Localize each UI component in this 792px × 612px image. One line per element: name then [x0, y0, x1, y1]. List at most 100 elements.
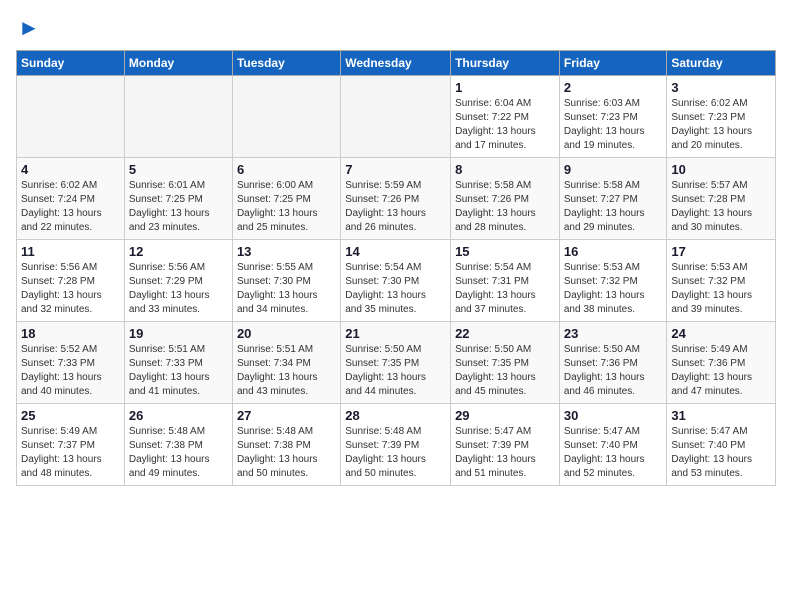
day-info: Sunrise: 6:02 AM Sunset: 7:24 PM Dayligh…: [21, 179, 120, 235]
day-info: Sunrise: 5:56 AM Sunset: 7:29 PM Dayligh…: [129, 261, 228, 317]
day-cell: 18 Sunrise: 5:52 AM Sunset: 7:33 PM Dayli…: [17, 322, 125, 404]
day-number: 6: [237, 162, 336, 177]
day-info: Sunrise: 5:51 AM Sunset: 7:34 PM Dayligh…: [237, 343, 336, 399]
day-info: Sunrise: 5:48 AM Sunset: 7:38 PM Dayligh…: [129, 425, 228, 481]
day-info: Sunrise: 5:50 AM Sunset: 7:35 PM Dayligh…: [455, 343, 555, 399]
day-cell: 24Sunrise: 5:49 AM Sunset: 7:36 PM Dayli…: [667, 322, 776, 404]
day-number: 13: [237, 244, 336, 259]
day-cell: 17 Sunrise: 5:53 AM Sunset: 7:32 PM Dayli…: [667, 240, 776, 322]
day-number: 3: [671, 80, 771, 95]
day-info: Sunrise: 6:01 AM Sunset: 7:25 PM Dayligh…: [129, 179, 228, 235]
day-number: 19: [129, 326, 228, 341]
day-info: Sunrise: 5:58 AM Sunset: 7:27 PM Dayligh…: [564, 179, 663, 235]
header-day-friday: Friday: [559, 51, 667, 76]
day-info: Sunrise: 5:57 AM Sunset: 7:28 PM Dayligh…: [671, 179, 771, 235]
day-info: Sunrise: 5:55 AM Sunset: 7:30 PM Dayligh…: [237, 261, 336, 317]
day-cell: 23 Sunrise: 5:50 AM Sunset: 7:36 PM Dayli…: [559, 322, 667, 404]
day-cell: 7 Sunrise: 5:59 AM Sunset: 7:26 PM Daylig…: [341, 158, 451, 240]
day-info: Sunrise: 5:48 AM Sunset: 7:38 PM Dayligh…: [237, 425, 336, 481]
day-info: Sunrise: 5:49 AM Sunset: 7:37 PM Dayligh…: [21, 425, 120, 481]
day-cell: 13 Sunrise: 5:55 AM Sunset: 7:30 PM Dayli…: [232, 240, 340, 322]
day-number: 26: [129, 408, 228, 423]
day-info: Sunrise: 5:47 AM Sunset: 7:40 PM Dayligh…: [671, 425, 771, 481]
week-row-3: 11 Sunrise: 5:56 AM Sunset: 7:28 PM Dayli…: [17, 240, 776, 322]
day-info: Sunrise: 5:58 AM Sunset: 7:26 PM Dayligh…: [455, 179, 555, 235]
day-number: 7: [345, 162, 446, 177]
day-number: 4: [21, 162, 120, 177]
header-day-thursday: Thursday: [451, 51, 560, 76]
day-cell: [17, 76, 125, 158]
day-number: 14: [345, 244, 446, 259]
day-cell: 25Sunrise: 5:49 AM Sunset: 7:37 PM Dayli…: [17, 404, 125, 486]
day-number: 16: [564, 244, 663, 259]
day-info: Sunrise: 5:59 AM Sunset: 7:26 PM Dayligh…: [345, 179, 446, 235]
calendar-header: SundayMondayTuesdayWednesdayThursdayFrid…: [17, 51, 776, 76]
day-cell: 22 Sunrise: 5:50 AM Sunset: 7:35 PM Dayli…: [451, 322, 560, 404]
day-cell: 31 Sunrise: 5:47 AM Sunset: 7:40 PM Dayli…: [667, 404, 776, 486]
day-info: Sunrise: 5:47 AM Sunset: 7:39 PM Dayligh…: [455, 425, 555, 481]
day-cell: 15Sunrise: 5:54 AM Sunset: 7:31 PM Dayli…: [451, 240, 560, 322]
day-info: Sunrise: 5:53 AM Sunset: 7:32 PM Dayligh…: [564, 261, 663, 317]
day-number: 30: [564, 408, 663, 423]
day-info: Sunrise: 6:04 AM Sunset: 7:22 PM Dayligh…: [455, 97, 555, 153]
day-info: Sunrise: 5:47 AM Sunset: 7:40 PM Dayligh…: [564, 425, 663, 481]
day-cell: 12 Sunrise: 5:56 AM Sunset: 7:29 PM Dayli…: [124, 240, 232, 322]
day-number: 24: [671, 326, 771, 341]
day-number: 15: [455, 244, 555, 259]
day-number: 11: [21, 244, 120, 259]
header-day-saturday: Saturday: [667, 51, 776, 76]
day-number: 10: [671, 162, 771, 177]
day-info: Sunrise: 5:50 AM Sunset: 7:35 PM Dayligh…: [345, 343, 446, 399]
day-cell: 4 Sunrise: 6:02 AM Sunset: 7:24 PM Daylig…: [17, 158, 125, 240]
day-number: 31: [671, 408, 771, 423]
day-cell: 8 Sunrise: 5:58 AM Sunset: 7:26 PM Daylig…: [451, 158, 560, 240]
day-info: Sunrise: 5:50 AM Sunset: 7:36 PM Dayligh…: [564, 343, 663, 399]
day-cell: 26 Sunrise: 5:48 AM Sunset: 7:38 PM Dayli…: [124, 404, 232, 486]
day-cell: 16 Sunrise: 5:53 AM Sunset: 7:32 PM Dayli…: [559, 240, 667, 322]
day-number: 18: [21, 326, 120, 341]
day-cell: 5 Sunrise: 6:01 AM Sunset: 7:25 PM Daylig…: [124, 158, 232, 240]
day-info: Sunrise: 5:52 AM Sunset: 7:33 PM Dayligh…: [21, 343, 120, 399]
day-cell: 3 Sunrise: 6:02 AM Sunset: 7:23 PM Daylig…: [667, 76, 776, 158]
day-cell: 29Sunrise: 5:47 AM Sunset: 7:39 PM Dayli…: [451, 404, 560, 486]
day-cell: 10 Sunrise: 5:57 AM Sunset: 7:28 PM Dayli…: [667, 158, 776, 240]
header-day-monday: Monday: [124, 51, 232, 76]
day-number: 17: [671, 244, 771, 259]
day-number: 28: [345, 408, 446, 423]
logo: ►: [16, 16, 40, 40]
day-number: 22: [455, 326, 555, 341]
day-number: 23: [564, 326, 663, 341]
page-header: ►: [16, 16, 776, 40]
header-day-sunday: Sunday: [17, 51, 125, 76]
day-cell: [124, 76, 232, 158]
day-info: Sunrise: 5:54 AM Sunset: 7:30 PM Dayligh…: [345, 261, 446, 317]
day-info: Sunrise: 5:53 AM Sunset: 7:32 PM Dayligh…: [671, 261, 771, 317]
day-info: Sunrise: 5:48 AM Sunset: 7:39 PM Dayligh…: [345, 425, 446, 481]
calendar-body: 1 Sunrise: 6:04 AM Sunset: 7:22 PM Daylig…: [17, 76, 776, 486]
logo-triangle-icon: ►: [18, 15, 40, 40]
week-row-5: 25Sunrise: 5:49 AM Sunset: 7:37 PM Dayli…: [17, 404, 776, 486]
day-info: Sunrise: 6:00 AM Sunset: 7:25 PM Dayligh…: [237, 179, 336, 235]
day-cell: 1 Sunrise: 6:04 AM Sunset: 7:22 PM Daylig…: [451, 76, 560, 158]
day-cell: 19Sunrise: 5:51 AM Sunset: 7:33 PM Dayli…: [124, 322, 232, 404]
day-cell: [232, 76, 340, 158]
week-row-4: 18 Sunrise: 5:52 AM Sunset: 7:33 PM Dayli…: [17, 322, 776, 404]
day-info: Sunrise: 5:56 AM Sunset: 7:28 PM Dayligh…: [21, 261, 120, 317]
day-cell: 11 Sunrise: 5:56 AM Sunset: 7:28 PM Dayli…: [17, 240, 125, 322]
week-row-2: 4 Sunrise: 6:02 AM Sunset: 7:24 PM Daylig…: [17, 158, 776, 240]
day-number: 5: [129, 162, 228, 177]
day-info: Sunrise: 6:02 AM Sunset: 7:23 PM Dayligh…: [671, 97, 771, 153]
day-info: Sunrise: 6:03 AM Sunset: 7:23 PM Dayligh…: [564, 97, 663, 153]
day-number: 8: [455, 162, 555, 177]
day-number: 12: [129, 244, 228, 259]
day-number: 27: [237, 408, 336, 423]
day-number: 1: [455, 80, 555, 95]
calendar-table: SundayMondayTuesdayWednesdayThursdayFrid…: [16, 50, 776, 486]
header-row: SundayMondayTuesdayWednesdayThursdayFrid…: [17, 51, 776, 76]
day-cell: 2Sunrise: 6:03 AM Sunset: 7:23 PM Daylig…: [559, 76, 667, 158]
day-number: 21: [345, 326, 446, 341]
day-cell: 21 Sunrise: 5:50 AM Sunset: 7:35 PM Dayli…: [341, 322, 451, 404]
week-row-1: 1 Sunrise: 6:04 AM Sunset: 7:22 PM Daylig…: [17, 76, 776, 158]
day-number: 9: [564, 162, 663, 177]
day-number: 20: [237, 326, 336, 341]
